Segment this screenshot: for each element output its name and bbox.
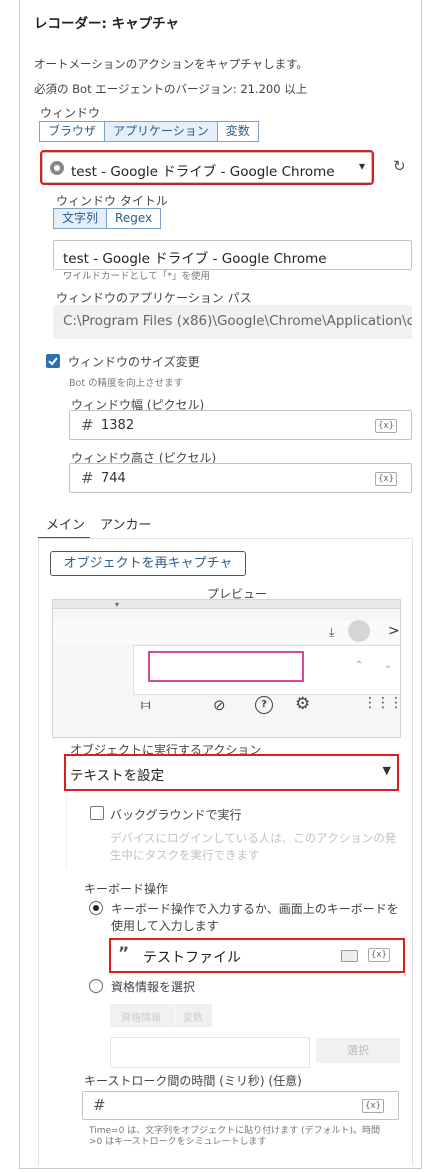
window-title-mode-tabs: 文字列 Regex xyxy=(53,208,162,229)
credentials-label: 資格情報を選択 xyxy=(111,980,196,994)
window-width-input[interactable]: # 1382 {x} xyxy=(69,410,412,440)
chevron-down-icon: ▼ xyxy=(382,764,391,777)
sliders-icon: ⧦ xyxy=(141,695,151,713)
keyboard-label: キーボード操作 xyxy=(84,882,169,896)
intro-description: オートメーションのアクションをキャプチャします。 xyxy=(34,57,308,71)
window-source-tabs: ブラウザ アプリケーション 変数 xyxy=(39,121,259,142)
tab-application[interactable]: アプリケーション xyxy=(105,122,218,141)
keystroke-hint-line2: >0 はキーストロークをシミュレートします xyxy=(89,1137,267,1147)
background-label: バックグラウンドで実行 xyxy=(110,808,242,822)
window-width-value: 1382 xyxy=(101,418,135,433)
variable-icon[interactable]: {x} xyxy=(362,1099,384,1113)
chrome-icon xyxy=(50,161,64,175)
background-hint-line2: 生中にタスクを実行できます xyxy=(110,848,260,862)
bot-agent-version: 必須の Bot エージェントのバージョン: 21.200 以上 xyxy=(34,82,308,96)
tab-variable[interactable]: 変数 xyxy=(218,122,258,141)
window-height-value: 744 xyxy=(101,471,126,486)
chevron-right-icon: > xyxy=(388,623,400,639)
window-label: ウィンドウ xyxy=(40,106,101,120)
variable-icon[interactable]: {x} xyxy=(375,419,397,433)
tab-browser[interactable]: ブラウザ xyxy=(40,122,106,141)
download-icon: ⤓ xyxy=(329,625,335,639)
credentials-radio[interactable] xyxy=(89,979,103,993)
apps-grid-icon: ⋮⋮⋮ xyxy=(363,695,401,711)
variable-icon[interactable]: {x} xyxy=(375,472,397,486)
recapture-object-button[interactable]: オブジェクトを再キャプチャ xyxy=(50,551,246,576)
tab-credential-variable[interactable]: 変数 xyxy=(183,1009,203,1024)
resize-label: ウィンドウのサイズ変更 xyxy=(68,355,200,369)
keystroke-label: キーストローク間の時間 (ミリ秒) (任意) xyxy=(84,1074,302,1088)
keyboard-input-radio[interactable] xyxy=(89,901,103,915)
tab-credential[interactable]: 資格情報 xyxy=(121,1009,161,1024)
wildcard-hint: ワイルドカードとして「*」を使用 xyxy=(63,271,210,282)
window-title-label: ウィンドウ タイトル xyxy=(56,194,168,208)
app-path-field: C:\Program Files (x86)\Google\Chrome\App… xyxy=(53,305,412,339)
text-input[interactable]: ” テストファイル {x} xyxy=(109,938,405,973)
chevron-down-icon: ⌄ xyxy=(384,660,393,671)
gear-icon: ⚙ xyxy=(295,694,311,714)
text-input-value: テストファイル xyxy=(143,950,241,966)
resize-checkbox[interactable] xyxy=(46,354,60,368)
quote-icon: ” xyxy=(118,944,130,964)
hash-icon: # xyxy=(93,1096,106,1114)
tab-main[interactable]: メイン xyxy=(46,514,85,533)
lens-icon xyxy=(348,620,370,642)
help-icon: ? xyxy=(255,696,273,714)
hash-icon: # xyxy=(81,416,94,434)
keyboard-icon[interactable] xyxy=(341,950,358,962)
window-title-input[interactable]: test - Google ドライブ - Google Chrome xyxy=(53,240,412,270)
select-credential-button[interactable]: 選択 xyxy=(316,1038,400,1063)
preview-image: ▾ ⤓ > ⌃ ⌄ ⧦ ⊘ ? ⚙ ⋮⋮⋮ xyxy=(52,599,401,738)
app-path-value: C:\Program Files (x86)\Google\Chrome\App… xyxy=(63,313,412,329)
tab-regex[interactable]: Regex xyxy=(107,209,160,228)
variable-icon[interactable]: {x} xyxy=(368,948,390,962)
app-path-label: ウィンドウのアプリケーション パス xyxy=(56,291,252,305)
chevron-down-icon: ▾ xyxy=(358,159,365,173)
selected-window: test - Google ドライブ - Google Chrome xyxy=(71,164,335,180)
tab-string[interactable]: 文字列 xyxy=(54,209,108,228)
check-circle-icon: ⊘ xyxy=(213,696,226,714)
resize-hint: Bot の精度を向上させます xyxy=(69,378,184,389)
panel-title: レコーダー: キャプチャ xyxy=(34,16,179,32)
keystroke-interval-input[interactable]: # {x} xyxy=(82,1091,399,1120)
window-select-dropdown[interactable]: test - Google ドライブ - Google Chrome ▾ xyxy=(40,150,374,185)
chevron-up-icon: ⌃ xyxy=(355,660,364,671)
background-hint-line1: デバイスにログインしている人は、このアクションの発 xyxy=(110,831,397,845)
credential-field[interactable] xyxy=(110,1037,310,1068)
keyboard-option-line2: 使用して入力します xyxy=(111,919,219,933)
window-height-input[interactable]: # 744 {x} xyxy=(69,463,412,493)
hash-icon: # xyxy=(81,469,94,487)
captured-element-highlight xyxy=(148,651,304,682)
tab-anchor[interactable]: アンカー xyxy=(100,514,151,533)
window-title-value: test - Google ドライブ - Google Chrome xyxy=(63,251,327,267)
background-checkbox[interactable] xyxy=(90,806,104,820)
keyboard-option-line1: キーボード操作で入力するか、画面上のキーボードを xyxy=(111,902,399,916)
credential-source-tabs: 資格情報 変数 xyxy=(110,1004,212,1027)
action-value: テキストを設定 xyxy=(70,768,165,784)
action-dropdown[interactable]: テキストを設定 ▼ xyxy=(64,754,399,791)
refresh-icon[interactable]: ↻ xyxy=(393,157,406,175)
